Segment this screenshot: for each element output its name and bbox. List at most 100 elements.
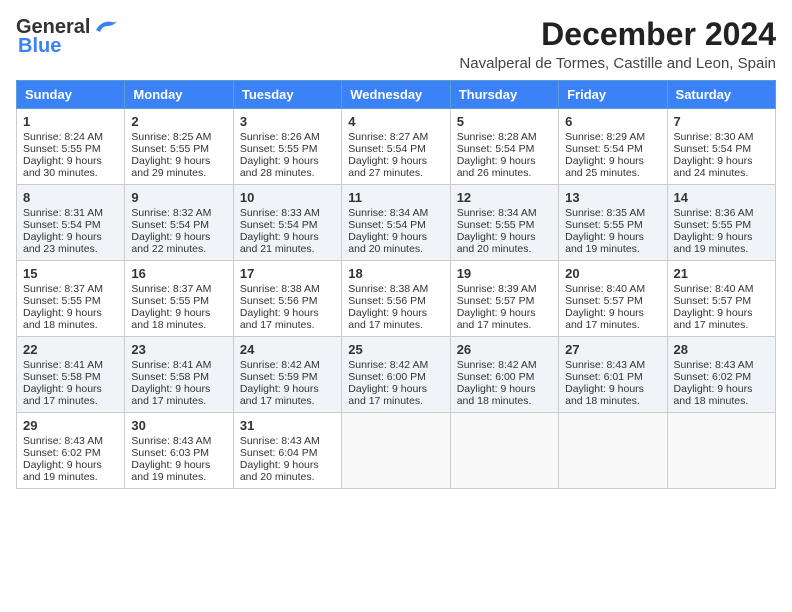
calendar-cell: 23Sunrise: 8:41 AMSunset: 5:58 PMDayligh… [125,337,233,413]
sunrise-text: Sunrise: 8:40 AM [674,283,754,295]
day-number: 20 [565,266,660,281]
sunrise-text: Sunrise: 8:42 AM [348,359,428,371]
calendar-cell: 20 Sunrise: 8:40 AMSunset: 5:57 PMDayligh… [559,261,667,337]
daylight-text: Daylight: 9 hours and 17 minutes. [23,383,102,407]
sunrise-text: Sunrise: 8:41 AM [131,359,211,371]
calendar-cell: 12Sunrise: 8:34 AMSunset: 5:55 PMDayligh… [450,185,558,261]
calendar-cell: 11Sunrise: 8:34 AMSunset: 5:54 PMDayligh… [342,185,450,261]
dow-tuesday: Tuesday [233,81,341,109]
day-number: 7 [674,114,769,129]
dow-thursday: Thursday [450,81,558,109]
sunrise-text: Sunrise: 8:37 AM [131,283,211,295]
calendar-cell: 28Sunrise: 8:43 AMSunset: 6:02 PMDayligh… [667,337,775,413]
calendar-cell: 24Sunrise: 8:42 AMSunset: 5:59 PMDayligh… [233,337,341,413]
sunrise-text: Sunrise: 8:42 AM [240,359,320,371]
sunrise-text: Sunrise: 8:28 AM [457,131,537,143]
sunset-text: Sunset: 5:57 PM [565,295,643,307]
sunset-text: Sunset: 5:55 PM [23,295,101,307]
daylight-text: Daylight: 9 hours and 25 minutes. [565,155,644,179]
calendar-cell: 21 Sunrise: 8:40 AMSunset: 5:57 PMDayligh… [667,261,775,337]
daylight-text: Daylight: 9 hours and 17 minutes. [348,307,427,331]
sunset-text: Sunset: 5:58 PM [131,371,209,383]
daylight-text: Daylight: 9 hours and 17 minutes. [565,307,644,331]
calendar-cell [667,413,775,489]
daylight-text: Daylight: 9 hours and 18 minutes. [565,383,644,407]
logo-bird-icon [92,16,120,36]
day-number: 14 [674,190,769,205]
daylight-text: Daylight: 9 hours and 28 minutes. [240,155,319,179]
sunset-text: Sunset: 6:02 PM [23,447,101,459]
day-number: 29 [23,418,118,433]
daylight-text: Daylight: 9 hours and 18 minutes. [23,307,102,331]
daylight-text: Daylight: 9 hours and 22 minutes. [131,231,210,255]
sunset-text: Sunset: 5:57 PM [457,295,535,307]
day-number: 18 [348,266,443,281]
sunrise-text: Sunrise: 8:43 AM [240,435,320,447]
day-number: 24 [240,342,335,357]
calendar-cell: 30Sunrise: 8:43 AMSunset: 6:03 PMDayligh… [125,413,233,489]
calendar-cell: 1Sunrise: 8:24 AMSunset: 5:55 PMDaylight… [17,109,125,185]
calendar-cell: 4Sunrise: 8:27 AMSunset: 5:54 PMDaylight… [342,109,450,185]
sunset-text: Sunset: 5:54 PM [131,219,209,231]
calendar-cell: 26Sunrise: 8:42 AMSunset: 6:00 PMDayligh… [450,337,558,413]
dow-saturday: Saturday [667,81,775,109]
calendar-cell: 7Sunrise: 8:30 AMSunset: 5:54 PMDaylight… [667,109,775,185]
sunrise-text: Sunrise: 8:33 AM [240,207,320,219]
day-number: 19 [457,266,552,281]
daylight-text: Daylight: 9 hours and 19 minutes. [131,459,210,483]
sunset-text: Sunset: 5:55 PM [240,143,318,155]
day-number: 30 [131,418,226,433]
daylight-text: Daylight: 9 hours and 18 minutes. [674,383,753,407]
day-number: 21 [674,266,769,281]
dow-wednesday: Wednesday [342,81,450,109]
sunrise-text: Sunrise: 8:43 AM [23,435,103,447]
daylight-text: Daylight: 9 hours and 29 minutes. [131,155,210,179]
calendar-cell: 5Sunrise: 8:28 AMSunset: 5:54 PMDaylight… [450,109,558,185]
calendar-cell: 29 Sunrise: 8:43 AMSunset: 6:02 PMDayligh… [17,413,125,489]
calendar-cell: 10Sunrise: 8:33 AMSunset: 5:54 PMDayligh… [233,185,341,261]
daylight-text: Daylight: 9 hours and 23 minutes. [23,231,102,255]
sunrise-text: Sunrise: 8:40 AM [565,283,645,295]
week-row-4: 22Sunrise: 8:41 AMSunset: 5:58 PMDayligh… [17,337,776,413]
day-number: 15 [23,266,118,281]
sunset-text: Sunset: 6:04 PM [240,447,318,459]
sunset-text: Sunset: 5:55 PM [131,143,209,155]
daylight-text: Daylight: 9 hours and 17 minutes. [674,307,753,331]
sunset-text: Sunset: 5:54 PM [348,143,426,155]
sunrise-text: Sunrise: 8:37 AM [23,283,103,295]
calendar-cell [342,413,450,489]
sunset-text: Sunset: 5:56 PM [348,295,426,307]
daylight-text: Daylight: 9 hours and 27 minutes. [348,155,427,179]
daylight-text: Daylight: 9 hours and 21 minutes. [240,231,319,255]
day-number: 25 [348,342,443,357]
daylight-text: Daylight: 9 hours and 17 minutes. [457,307,536,331]
daylight-text: Daylight: 9 hours and 18 minutes. [457,383,536,407]
sunset-text: Sunset: 6:02 PM [674,371,752,383]
sunset-text: Sunset: 5:58 PM [23,371,101,383]
sunset-text: Sunset: 5:57 PM [674,295,752,307]
sunrise-text: Sunrise: 8:30 AM [674,131,754,143]
daylight-text: Daylight: 9 hours and 19 minutes. [23,459,102,483]
daylight-text: Daylight: 9 hours and 19 minutes. [674,231,753,255]
sunset-text: Sunset: 5:55 PM [674,219,752,231]
sunrise-text: Sunrise: 8:25 AM [131,131,211,143]
calendar-cell: 16Sunrise: 8:37 AMSunset: 5:55 PMDayligh… [125,261,233,337]
logo: General Blue [16,16,120,58]
dow-sunday: Sunday [17,81,125,109]
day-number: 26 [457,342,552,357]
sunrise-text: Sunrise: 8:31 AM [23,207,103,219]
sunrise-text: Sunrise: 8:43 AM [131,435,211,447]
page-title: December 2024 [459,16,776,53]
calendar-cell: 14Sunrise: 8:36 AMSunset: 5:55 PMDayligh… [667,185,775,261]
day-number: 4 [348,114,443,129]
calendar-cell: 22Sunrise: 8:41 AMSunset: 5:58 PMDayligh… [17,337,125,413]
week-row-3: 15Sunrise: 8:37 AMSunset: 5:55 PMDayligh… [17,261,776,337]
calendar-cell [559,413,667,489]
calendar-cell: 17Sunrise: 8:38 AMSunset: 5:56 PMDayligh… [233,261,341,337]
days-of-week-header: SundayMondayTuesdayWednesdayThursdayFrid… [17,81,776,109]
sunrise-text: Sunrise: 8:39 AM [457,283,537,295]
day-number: 17 [240,266,335,281]
sunset-text: Sunset: 5:55 PM [565,219,643,231]
daylight-text: Daylight: 9 hours and 20 minutes. [457,231,536,255]
daylight-text: Daylight: 9 hours and 18 minutes. [131,307,210,331]
